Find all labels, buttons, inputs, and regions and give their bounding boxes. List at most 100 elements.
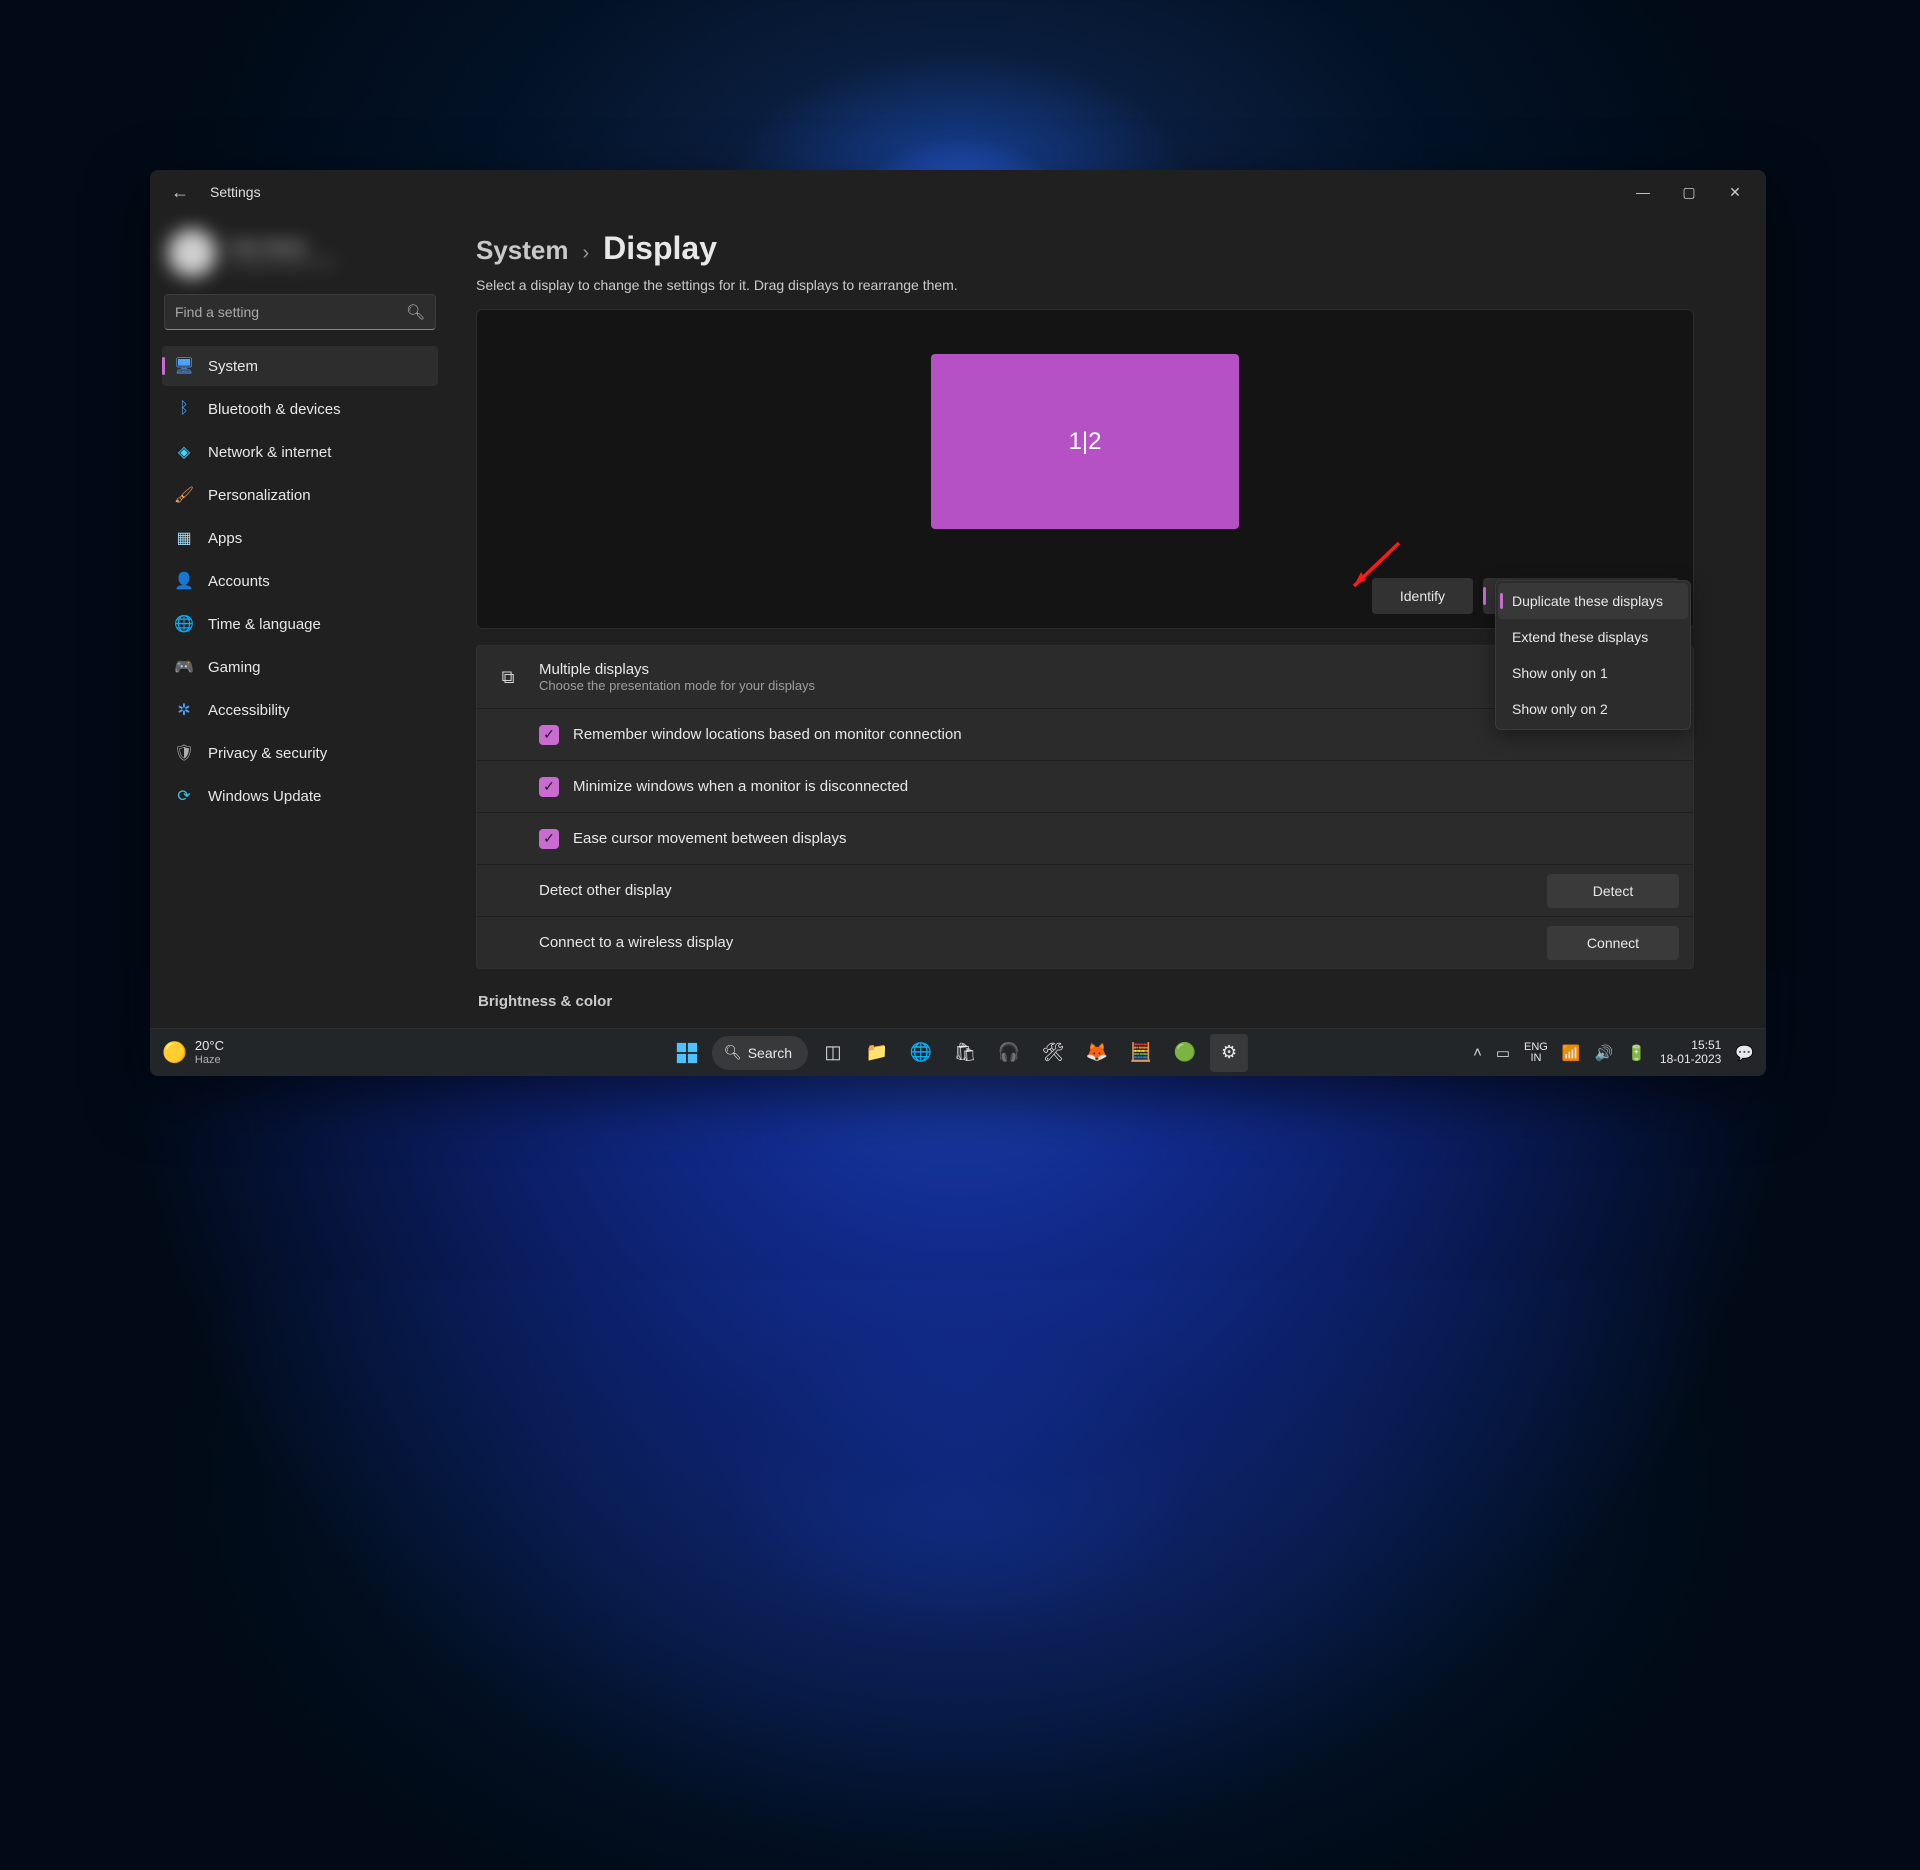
battery-tray-icon[interactable]: 🔋 bbox=[1627, 1044, 1646, 1062]
volume-tray-icon[interactable]: 🔊 bbox=[1595, 1044, 1614, 1062]
breadcrumb-parent[interactable]: System bbox=[476, 235, 569, 266]
wifi-tray-icon[interactable]: 📶 bbox=[1562, 1044, 1581, 1062]
app-icon: 🛠 bbox=[1042, 1042, 1065, 1063]
app-button-1[interactable]: 🎧 bbox=[990, 1034, 1028, 1072]
search-icon: 🔍︎ bbox=[724, 1044, 742, 1061]
display-mode-extend[interactable]: Extend these displays bbox=[1498, 619, 1688, 655]
back-button[interactable]: ← bbox=[166, 178, 194, 206]
detect-button[interactable]: Detect bbox=[1547, 874, 1679, 908]
start-button[interactable] bbox=[668, 1034, 706, 1072]
nav-personalization[interactable]: 🖌 Personalization bbox=[162, 475, 438, 515]
nav-list: 🖥 System ᛒ Bluetooth & devices ◈ Network… bbox=[162, 346, 438, 816]
taskbar-center: 🔍︎ Search ◫ 📁 🌐 🛍 🎧 🛠 🦊 🧮 🟢 ⚙ bbox=[668, 1034, 1248, 1072]
checkbox-checked-icon[interactable]: ✓ bbox=[539, 829, 559, 849]
tray-overflow-button[interactable]: ˄ bbox=[1473, 1044, 1482, 1061]
display-mode-only2[interactable]: Show only on 2 bbox=[1498, 691, 1688, 727]
sidebar: User Name user@example.com 🔍︎ 🖥 System ᛒ… bbox=[150, 214, 450, 1028]
calculator-icon: 🧮 bbox=[1130, 1042, 1152, 1063]
titlebar: ← Settings — ▢ ✕ bbox=[150, 170, 1766, 214]
user-account[interactable]: User Name user@example.com bbox=[162, 222, 438, 284]
wifi-icon: ◈ bbox=[174, 442, 194, 462]
lang-line2: IN bbox=[1530, 1053, 1541, 1064]
taskbar-search[interactable]: 🔍︎ Search bbox=[712, 1036, 808, 1070]
display-mode-menu: Duplicate these displays Extend these di… bbox=[1495, 580, 1691, 730]
app-button-2[interactable]: 🛠 bbox=[1034, 1034, 1072, 1072]
checkbox-checked-icon[interactable]: ✓ bbox=[539, 725, 559, 745]
chrome-button[interactable]: 🟢 bbox=[1166, 1034, 1204, 1072]
nav-gaming[interactable]: 🎮 Gaming bbox=[162, 647, 438, 687]
checkbox-label: Minimize windows when a monitor is disco… bbox=[573, 778, 908, 795]
monitors-icon: ⧉ bbox=[497, 667, 519, 688]
search-input[interactable] bbox=[175, 304, 406, 320]
search-settings[interactable]: 🔍︎ bbox=[164, 294, 436, 330]
ease-cursor-row[interactable]: ✓ Ease cursor movement between displays bbox=[477, 812, 1693, 864]
firefox-icon: 🦊 bbox=[1086, 1042, 1108, 1063]
page-subtitle: Select a display to change the settings … bbox=[476, 277, 1694, 293]
connect-button[interactable]: Connect bbox=[1547, 926, 1679, 960]
globe-icon: 🌐 bbox=[174, 614, 194, 634]
display-arrangement-panel[interactable]: 1|2 Identify Duplicate these displays Du… bbox=[476, 309, 1694, 629]
system-tray: ˄ ▭ ENG IN 📶 🔊 🔋 15:51 18-01-2023 💬 bbox=[1473, 1039, 1754, 1067]
taskbar: 🟡 20°C Haze 🔍︎ Search ◫ 📁 🌐 🛍 🎧 🛠 🦊 🧮 🟢 bbox=[150, 1028, 1766, 1076]
nav-label: Accounts bbox=[208, 573, 270, 590]
language-indicator[interactable]: ENG IN bbox=[1524, 1042, 1548, 1064]
folder-icon: 📁 bbox=[866, 1042, 888, 1063]
settings-window: ← Settings — ▢ ✕ User Name user@example.… bbox=[150, 170, 1766, 1076]
nav-label: Personalization bbox=[208, 487, 311, 504]
nav-network[interactable]: ◈ Network & internet bbox=[162, 432, 438, 472]
file-explorer-button[interactable]: 📁 bbox=[858, 1034, 896, 1072]
checkbox-label: Remember window locations based on monit… bbox=[573, 726, 962, 743]
clock[interactable]: 15:51 18-01-2023 bbox=[1660, 1039, 1721, 1067]
minimize-button[interactable]: — bbox=[1620, 176, 1666, 208]
chrome-icon: 🟢 bbox=[1174, 1042, 1196, 1063]
checkbox-checked-icon[interactable]: ✓ bbox=[539, 777, 559, 797]
checkbox-label: Ease cursor movement between displays bbox=[573, 830, 846, 847]
monitor-tile[interactable]: 1|2 bbox=[931, 354, 1239, 529]
search-label: Search bbox=[748, 1045, 792, 1061]
task-view-button[interactable]: ◫ bbox=[814, 1034, 852, 1072]
lang-line1: ENG bbox=[1524, 1042, 1548, 1053]
nav-label: Bluetooth & devices bbox=[208, 401, 341, 418]
nav-label: Apps bbox=[208, 530, 242, 547]
nav-privacy[interactable]: 🛡 Privacy & security bbox=[162, 733, 438, 773]
chevron-right-icon: › bbox=[583, 242, 590, 265]
content-area: System › Display Select a display to cha… bbox=[450, 214, 1766, 1028]
maximize-button[interactable]: ▢ bbox=[1666, 176, 1712, 208]
notifications-button[interactable]: 💬 bbox=[1735, 1044, 1754, 1062]
nav-apps[interactable]: ▦ Apps bbox=[162, 518, 438, 558]
calculator-button[interactable]: 🧮 bbox=[1122, 1034, 1160, 1072]
cast-icon[interactable]: ▭ bbox=[1496, 1044, 1510, 1062]
settings-taskbar-button[interactable]: ⚙ bbox=[1210, 1034, 1248, 1072]
brush-icon: 🖌 bbox=[174, 485, 194, 505]
gamepad-icon: 🎮 bbox=[174, 657, 194, 677]
nav-system[interactable]: 🖥 System bbox=[162, 346, 438, 386]
breadcrumb: System › Display bbox=[476, 230, 1694, 267]
display-mode-dropdown[interactable]: Duplicate these displays Duplicate these… bbox=[1483, 578, 1679, 614]
nav-update[interactable]: ⟳ Windows Update bbox=[162, 776, 438, 816]
minimize-windows-row[interactable]: ✓ Minimize windows when a monitor is dis… bbox=[477, 760, 1693, 812]
edge-button[interactable]: 🌐 bbox=[902, 1034, 940, 1072]
task-view-icon: ◫ bbox=[825, 1042, 842, 1063]
nav-bluetooth[interactable]: ᛒ Bluetooth & devices bbox=[162, 389, 438, 429]
store-button[interactable]: 🛍 bbox=[946, 1034, 984, 1072]
gear-icon: ⚙ bbox=[1221, 1042, 1237, 1063]
nav-accounts[interactable]: 👤 Accounts bbox=[162, 561, 438, 601]
avatar bbox=[168, 229, 216, 277]
nav-label: Accessibility bbox=[208, 702, 290, 719]
weather-temp: 20°C bbox=[195, 1039, 224, 1053]
update-icon: ⟳ bbox=[174, 786, 194, 806]
identify-button[interactable]: Identify bbox=[1372, 578, 1473, 614]
weather-icon: 🟡 bbox=[162, 1040, 187, 1065]
display-mode-only1[interactable]: Show only on 1 bbox=[1498, 655, 1688, 691]
row-subtitle: Choose the presentation mode for your di… bbox=[539, 678, 815, 693]
user-email: user@example.com bbox=[228, 255, 335, 269]
nav-time[interactable]: 🌐 Time & language bbox=[162, 604, 438, 644]
close-button[interactable]: ✕ bbox=[1712, 176, 1758, 208]
detect-display-row: Detect other display Detect bbox=[477, 864, 1693, 916]
firefox-button[interactable]: 🦊 bbox=[1078, 1034, 1116, 1072]
nav-accessibility[interactable]: ✲ Accessibility bbox=[162, 690, 438, 730]
apps-icon: ▦ bbox=[174, 528, 194, 548]
row-label: Detect other display bbox=[539, 882, 672, 899]
display-mode-duplicate[interactable]: Duplicate these displays bbox=[1498, 583, 1688, 619]
weather-widget[interactable]: 🟡 20°C Haze bbox=[162, 1039, 224, 1065]
